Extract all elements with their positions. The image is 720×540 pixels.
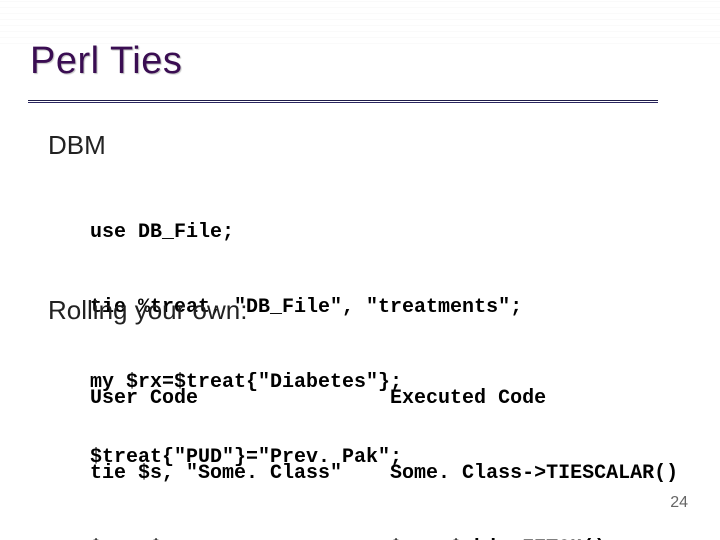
user-code-col: User Code tie $s, "Some. Class" $p = $s … [90, 336, 342, 540]
top-decor [0, 0, 720, 44]
slide-title: Perl Ties [30, 40, 182, 83]
section-dbm: DBM [48, 130, 106, 161]
code-line: $p = $obj->FETCH() [390, 536, 678, 540]
title-underline [28, 100, 658, 103]
page-number: 24 [670, 494, 688, 512]
executed-code-col: Executed Code Some. Class->TIESCALAR() $… [390, 336, 678, 540]
code-line: Some. Class->TIESCALAR() [390, 461, 678, 486]
code-line: use DB_File; [90, 220, 522, 245]
code-line: $p = $s [90, 536, 342, 540]
code-columns: User Code tie $s, "Some. Class" $p = $s … [90, 336, 678, 540]
executed-code-header: Executed Code [390, 386, 678, 411]
section-rolling: Rolling your own: [48, 295, 247, 326]
code-line: tie $s, "Some. Class" [90, 461, 342, 486]
user-code-header: User Code [90, 386, 342, 411]
slide: Perl Ties DBM use DB_File; tie %treat, "… [0, 0, 720, 540]
